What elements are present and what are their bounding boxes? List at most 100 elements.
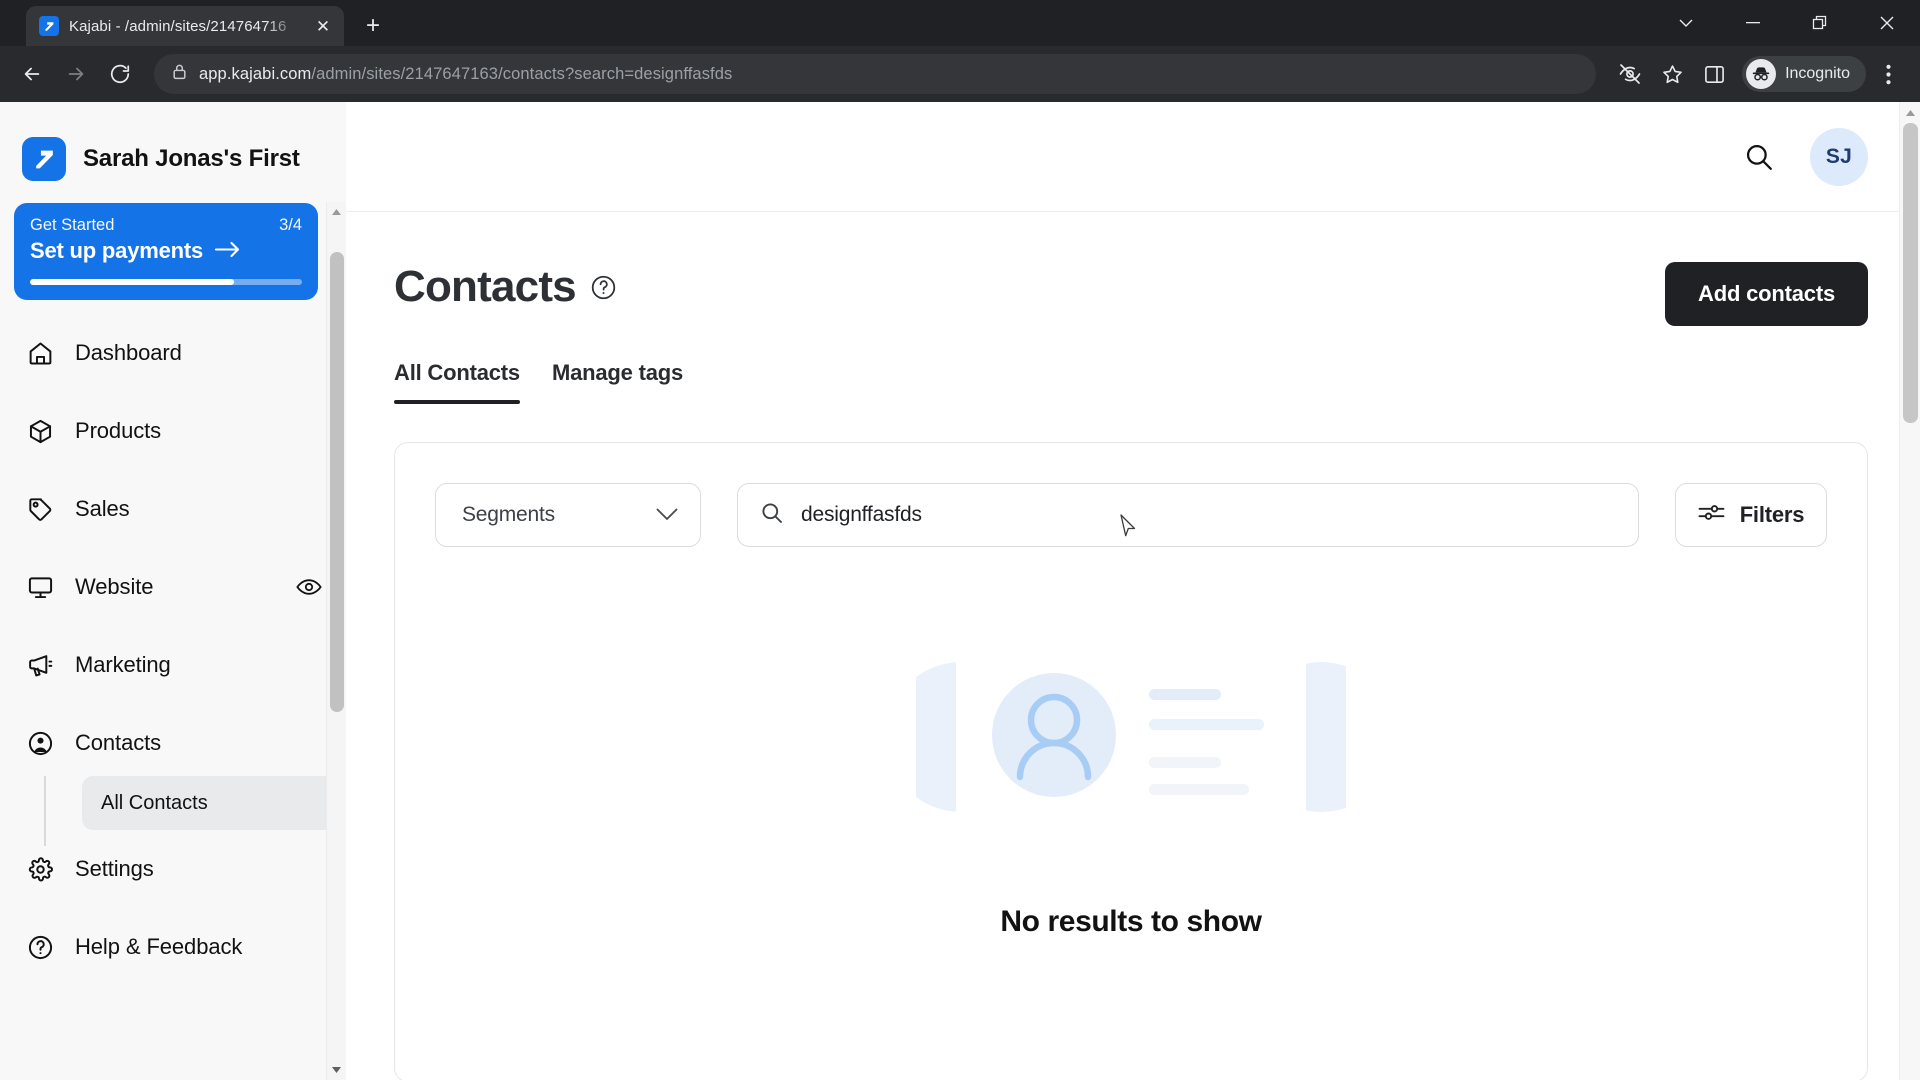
get-started-header: Get Started 3/4: [30, 216, 302, 235]
kajabi-favicon: [39, 16, 59, 36]
close-window-button[interactable]: [1853, 0, 1920, 46]
lock-icon: [172, 63, 187, 85]
brand-name: Sarah Jonas's First: [83, 145, 300, 172]
tune-icon: [1698, 502, 1725, 528]
tab-strip: Kajabi - /admin/sites/214764716 ✕ +: [0, 0, 1920, 46]
incognito-indicator[interactable]: Incognito: [1742, 56, 1866, 92]
close-icon[interactable]: ✕: [310, 13, 336, 39]
home-icon: [25, 338, 55, 368]
sidebar-scrollbar-track[interactable]: [327, 222, 347, 1060]
page-scrollbar[interactable]: [1899, 102, 1920, 1080]
search-input-value: designffasfds: [801, 503, 922, 526]
scroll-up-icon[interactable]: [327, 202, 347, 222]
segments-dropdown[interactable]: Segments: [435, 483, 701, 547]
sidebar-item-all-contacts[interactable]: All Contacts: [82, 776, 346, 830]
tag-icon: [25, 494, 55, 524]
incognito-label: Incognito: [1785, 65, 1850, 82]
tab-all-contacts[interactable]: All Contacts: [394, 360, 520, 404]
side-panel-icon[interactable]: [1694, 54, 1734, 94]
sidebar-item-marketing[interactable]: Marketing: [0, 626, 346, 704]
browser-tab[interactable]: Kajabi - /admin/sites/214764716 ✕: [26, 6, 344, 46]
sidebar-scroll-area: Get Started 3/4 Set up payments Dashboar…: [0, 194, 346, 1080]
url-host: app.kajabi.com: [199, 64, 312, 83]
megaphone-icon: [25, 650, 55, 680]
chevron-down-icon: [656, 503, 678, 527]
new-tab-button[interactable]: +: [356, 9, 390, 43]
sidebar-subnav: All Contacts: [0, 776, 346, 846]
sidebar-bottom-nav: Settings Help & Feedback: [0, 830, 346, 992]
sidebar-item-label: Sales: [75, 496, 130, 521]
monitor-icon: [25, 572, 55, 602]
contacts-tabs: All Contacts Manage tags: [394, 360, 1868, 404]
scroll-down-icon[interactable]: [327, 1060, 347, 1080]
sidebar-item-website[interactable]: Website: [0, 548, 346, 626]
toolbar-right-icons: Incognito: [1610, 54, 1908, 94]
back-button[interactable]: [12, 54, 52, 94]
chrome-menu-icon[interactable]: [1868, 54, 1908, 94]
reload-button[interactable]: [100, 54, 140, 94]
tab-title: Kajabi - /admin/sites/214764716: [69, 17, 287, 35]
empty-state-message: No results to show: [1000, 905, 1262, 938]
empty-state: No results to show: [435, 617, 1827, 939]
get-started-title-row: Set up payments: [30, 238, 302, 264]
maximize-button[interactable]: [1786, 0, 1853, 46]
search-icon[interactable]: [1742, 140, 1776, 174]
add-contacts-button[interactable]: Add contacts: [1665, 262, 1868, 326]
tab-label: Manage tags: [551, 360, 684, 385]
sidebar-item-label: Products: [75, 418, 162, 443]
box-icon: [25, 416, 55, 446]
page-scrollbar-track[interactable]: [1900, 123, 1920, 1080]
get-started-progress-fill: [30, 279, 234, 285]
help-circle-icon[interactable]: [590, 274, 617, 301]
sidebar-item-settings[interactable]: Settings: [0, 830, 346, 908]
sidebar-item-label: Settings: [75, 856, 154, 881]
sidebar-scrollbar[interactable]: [326, 202, 346, 1080]
contacts-page: Contacts Add contacts All Contacts Manag…: [346, 212, 1920, 1080]
minimize-button[interactable]: [1719, 0, 1786, 46]
sidebar-item-label: Website: [75, 574, 154, 599]
filters-label: Filters: [1739, 502, 1805, 527]
sidebar-item-contacts[interactable]: Contacts: [0, 704, 346, 782]
sidebar-item-label: Help & Feedback: [75, 934, 243, 959]
avatar[interactable]: SJ: [1810, 127, 1868, 186]
sidebar-item-dashboard[interactable]: Dashboard: [0, 314, 346, 392]
kajabi-logo-icon: [22, 137, 66, 181]
arrow-right-icon: [214, 238, 241, 264]
segments-label: Segments: [462, 503, 555, 526]
brand-header[interactable]: Sarah Jonas's First: [0, 102, 346, 194]
filter-bar: Segments designffasfds Filters: [435, 483, 1827, 547]
sidebar-item-sales[interactable]: Sales: [0, 470, 346, 548]
page-scrollbar-thumb[interactable]: [1902, 123, 1918, 423]
sidebar-scrollbar-thumb[interactable]: [329, 252, 344, 712]
sidebar-item-label: Dashboard: [75, 340, 182, 365]
main-content: SJ Contacts Add contacts All Contacts Ma…: [346, 102, 1920, 1080]
browser-toolbar: app.kajabi.com/admin/sites/2147647163/co…: [0, 46, 1920, 102]
page-title-text: Contacts: [394, 262, 577, 311]
url-path: /admin/sites/2147647163/contacts?search=…: [311, 64, 733, 83]
contact-icon: [25, 728, 55, 758]
get-started-label: Get Started: [30, 216, 115, 234]
scroll-up-icon[interactable]: [1900, 102, 1920, 123]
page-header: Contacts Add contacts: [394, 262, 1868, 326]
no-contacts-illustration: [886, 617, 1396, 857]
get-started-card[interactable]: Get Started 3/4 Set up payments: [14, 203, 318, 300]
forward-button[interactable]: [56, 54, 96, 94]
search-input[interactable]: designffasfds: [737, 483, 1639, 547]
sidebar-item-label: Contacts: [75, 730, 162, 755]
window-controls: [1652, 0, 1920, 46]
help-circle-icon: [25, 932, 55, 962]
get-started-progress-track: [30, 279, 302, 285]
get-started-title: Set up payments: [30, 238, 204, 263]
filters-button[interactable]: Filters: [1675, 483, 1827, 547]
page-viewport: Sarah Jonas's First Get Started 3/4 Set …: [0, 102, 1920, 1080]
tracking-protection-icon[interactable]: [1610, 54, 1650, 94]
contacts-card: Segments designffasfds Filters No result…: [394, 442, 1868, 1080]
tab-search-button[interactable]: [1652, 0, 1719, 46]
address-bar[interactable]: app.kajabi.com/admin/sites/2147647163/co…: [154, 54, 1597, 94]
incognito-icon: [1746, 59, 1777, 89]
eye-icon[interactable]: [296, 574, 322, 600]
tab-manage-tags[interactable]: Manage tags: [552, 360, 683, 404]
bookmark-star-icon[interactable]: [1652, 54, 1692, 94]
sidebar-item-help-feedback[interactable]: Help & Feedback: [0, 908, 346, 986]
sidebar-item-products[interactable]: Products: [0, 392, 346, 470]
